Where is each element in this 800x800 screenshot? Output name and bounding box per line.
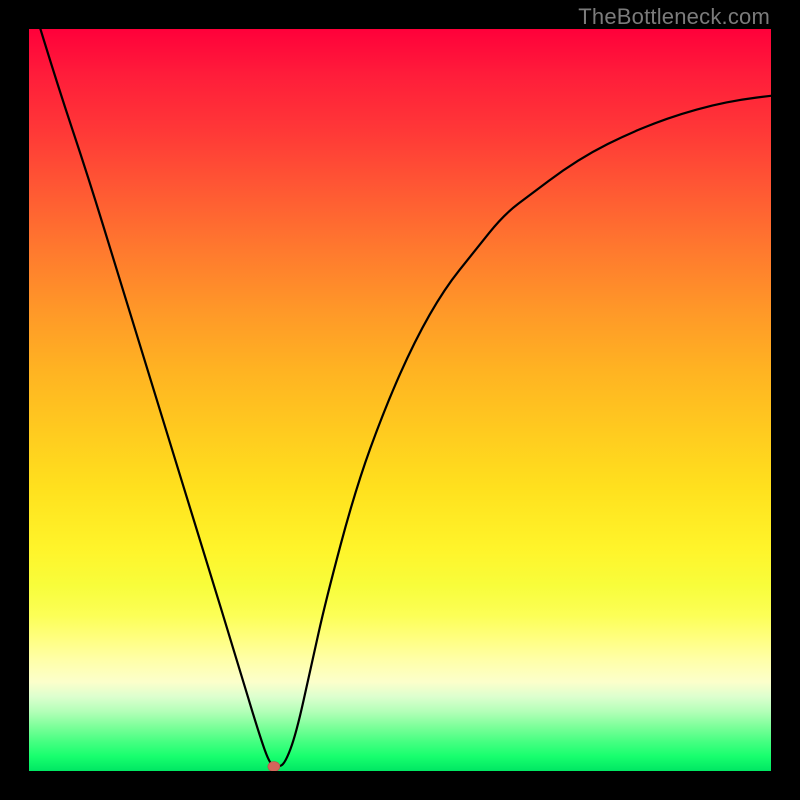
curve-svg [29,29,771,771]
watermark-text: TheBottleneck.com [578,4,770,30]
min-point-marker [268,762,280,771]
chart-frame: TheBottleneck.com [0,0,800,800]
plot-area [29,29,771,771]
bottleneck-curve [29,29,771,767]
curve-group [29,29,771,771]
